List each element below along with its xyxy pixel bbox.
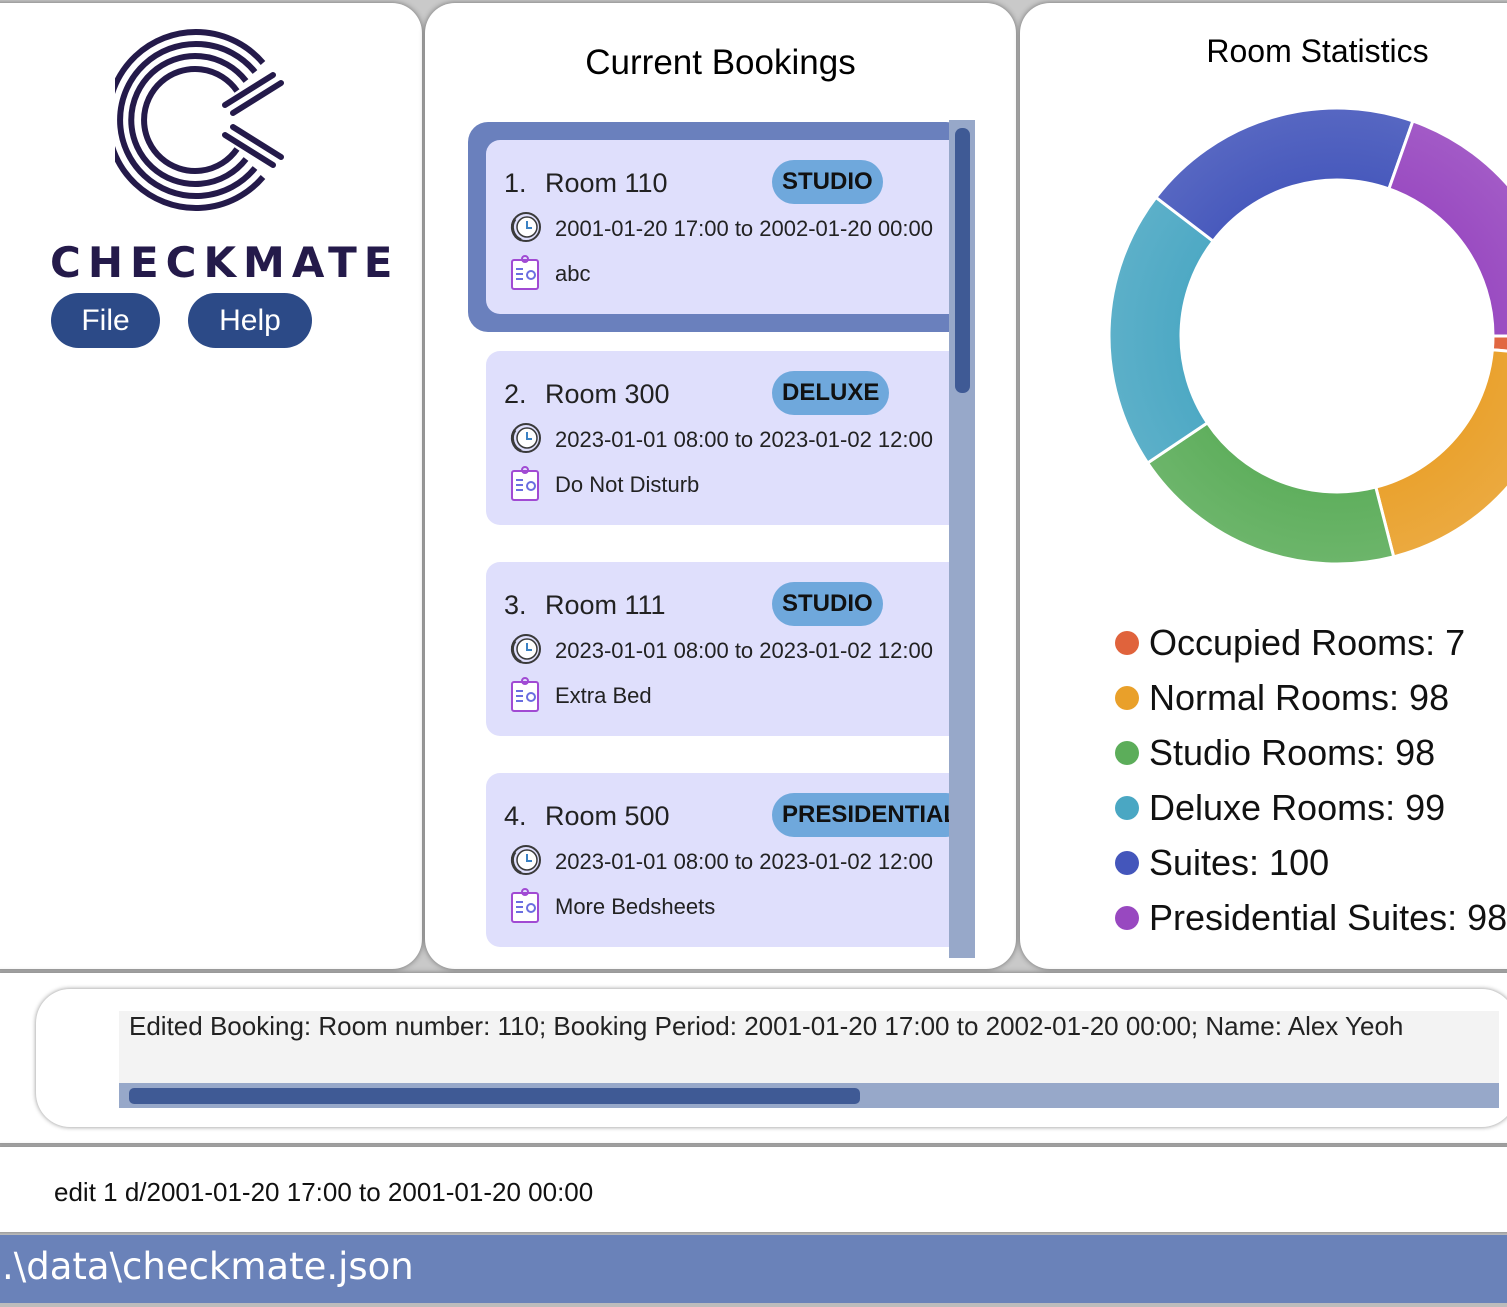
legend-swatch (1115, 740, 1139, 765)
remark-note-icon (511, 888, 539, 923)
chart-legend: Occupied Rooms: 7 Normal Rooms: 98 Studio … (1115, 615, 1507, 945)
booking-period: 2023-01-01 08:00 to 2023-01-02 12:00 (555, 849, 933, 874)
booking-room: Room 300 (545, 379, 670, 409)
booking-remark: More Bedsheets (555, 894, 716, 919)
booking-room: Room 500 (545, 801, 670, 831)
room-type-tag: DELUXE (772, 371, 890, 415)
booking-room: Room 111 (545, 590, 666, 620)
booking-period: 2023-01-01 08:00 to 2023-01-02 12:00 (555, 427, 933, 452)
booking-remark: Do Not Disturb (555, 472, 700, 497)
booking-card-1[interactable]: 1. Room 110 STUDIO 2001-01-20 17:00 to 2… (468, 122, 966, 332)
clock-icon (510, 212, 541, 242)
donut-slice-suites (1153, 106, 1415, 244)
booking-period: 2023-01-01 08:00 to 2023-01-02 12:00 (555, 638, 933, 663)
booking-list-scroll-thumb[interactable] (955, 128, 970, 393)
legend-swatch (1115, 905, 1139, 930)
booking-list[interactable]: 1. Room 110 STUDIO 2001-01-20 17:00 to 2… (468, 120, 976, 958)
booking-index: 2. (504, 379, 527, 409)
donut-slice-deluxe-rooms (1107, 195, 1216, 466)
help-menu-button[interactable]: Help (188, 293, 312, 348)
clock-icon (510, 845, 541, 875)
booking-index: 3. (504, 590, 527, 620)
booking-index: 1. (504, 168, 527, 198)
legend-label: Normal Rooms: 98 (1149, 676, 1450, 718)
booking-index: 4. (504, 801, 527, 831)
remark-note-icon (511, 677, 539, 712)
legend-label: Studio Rooms: 98 (1149, 731, 1436, 773)
legend-item: Occupied Rooms: 7 (1115, 615, 1507, 670)
booking-room: Room 110 (545, 168, 668, 198)
legend-item: Suites: 100 (1115, 835, 1507, 890)
room-type-tag: PRESIDENTIAL (772, 793, 969, 837)
brand-name: CHECKMATE (50, 238, 400, 287)
legend-item: Deluxe Rooms: 99 (1115, 780, 1507, 835)
booking-card-4[interactable]: 4. Room 500 PRESIDENTIAL 2023-01-01 08:0… (486, 773, 969, 947)
legend-label: Occupied Rooms: 7 (1149, 621, 1466, 663)
booking-remark: Extra Bed (555, 683, 652, 708)
clock-icon (510, 634, 541, 664)
bookings-panel: Current Bookings 1. Room 110 STUDIO 2001… (425, 3, 1016, 969)
clock-icon (510, 423, 541, 453)
legend-label: Presidential Suites: 98 (1149, 896, 1507, 938)
room-type-tag: STUDIO (772, 160, 883, 204)
donut-slice-presidential-suites (1387, 119, 1507, 338)
window-bottom-edge (0, 1303, 1507, 1307)
legend-swatch (1115, 685, 1139, 710)
donut-slice-normal-rooms (1373, 348, 1507, 559)
booking-period: 2001-01-20 17:00 to 2002-01-20 00:00 (555, 216, 933, 241)
legend-item: Studio Rooms: 98 (1115, 725, 1507, 780)
room-type-tag: STUDIO (772, 582, 883, 626)
legend-swatch (1115, 630, 1139, 655)
result-display[interactable]: Edited Booking: Room number: 110; Bookin… (119, 1011, 1499, 1083)
status-bar: .\data\checkmate.json (0, 1235, 1507, 1303)
statistics-panel: Room Statistics Occupied Rooms: 7 Normal … (1020, 3, 1507, 969)
legend-swatch (1115, 795, 1139, 820)
command-box[interactable]: edit 1 d/2001-01-20 17:00 to 2001-01-20 … (0, 1147, 1507, 1232)
legend-label: Suites: 100 (1149, 841, 1330, 883)
remark-note-icon (511, 466, 539, 501)
legend-item: Normal Rooms: 98 (1115, 670, 1507, 725)
result-message: Edited Booking: Room number: 110; Bookin… (129, 1011, 1404, 1041)
legend-item: Presidential Suites: 98 (1115, 890, 1507, 945)
remark-note-icon (511, 255, 539, 290)
file-menu-button[interactable]: File (51, 293, 160, 348)
booking-remark: abc (555, 261, 591, 286)
legend-swatch (1115, 850, 1139, 875)
legend-label: Deluxe Rooms: 99 (1149, 786, 1446, 828)
menu-panel: CHECKMATE File Help (0, 3, 422, 969)
result-scroll-thumb[interactable] (129, 1088, 860, 1104)
booking-card-2[interactable]: 2. Room 300 DELUXE 2023-01-01 08:00 to 2… (486, 351, 966, 525)
room-statistics-donut-chart (1107, 106, 1507, 566)
command-input[interactable]: edit 1 d/2001-01-20 17:00 to 2001-01-20 … (54, 1177, 593, 1208)
checkmate-logo-icon (115, 29, 284, 211)
booking-card-3[interactable]: 3. Room 111 STUDIO 2023-01-01 08:00 to 2… (486, 562, 966, 736)
save-file-path: .\data\checkmate.json (2, 1245, 414, 1288)
donut-slice-studio-rooms (1145, 420, 1396, 566)
bookings-title: Current Bookings (585, 43, 856, 82)
